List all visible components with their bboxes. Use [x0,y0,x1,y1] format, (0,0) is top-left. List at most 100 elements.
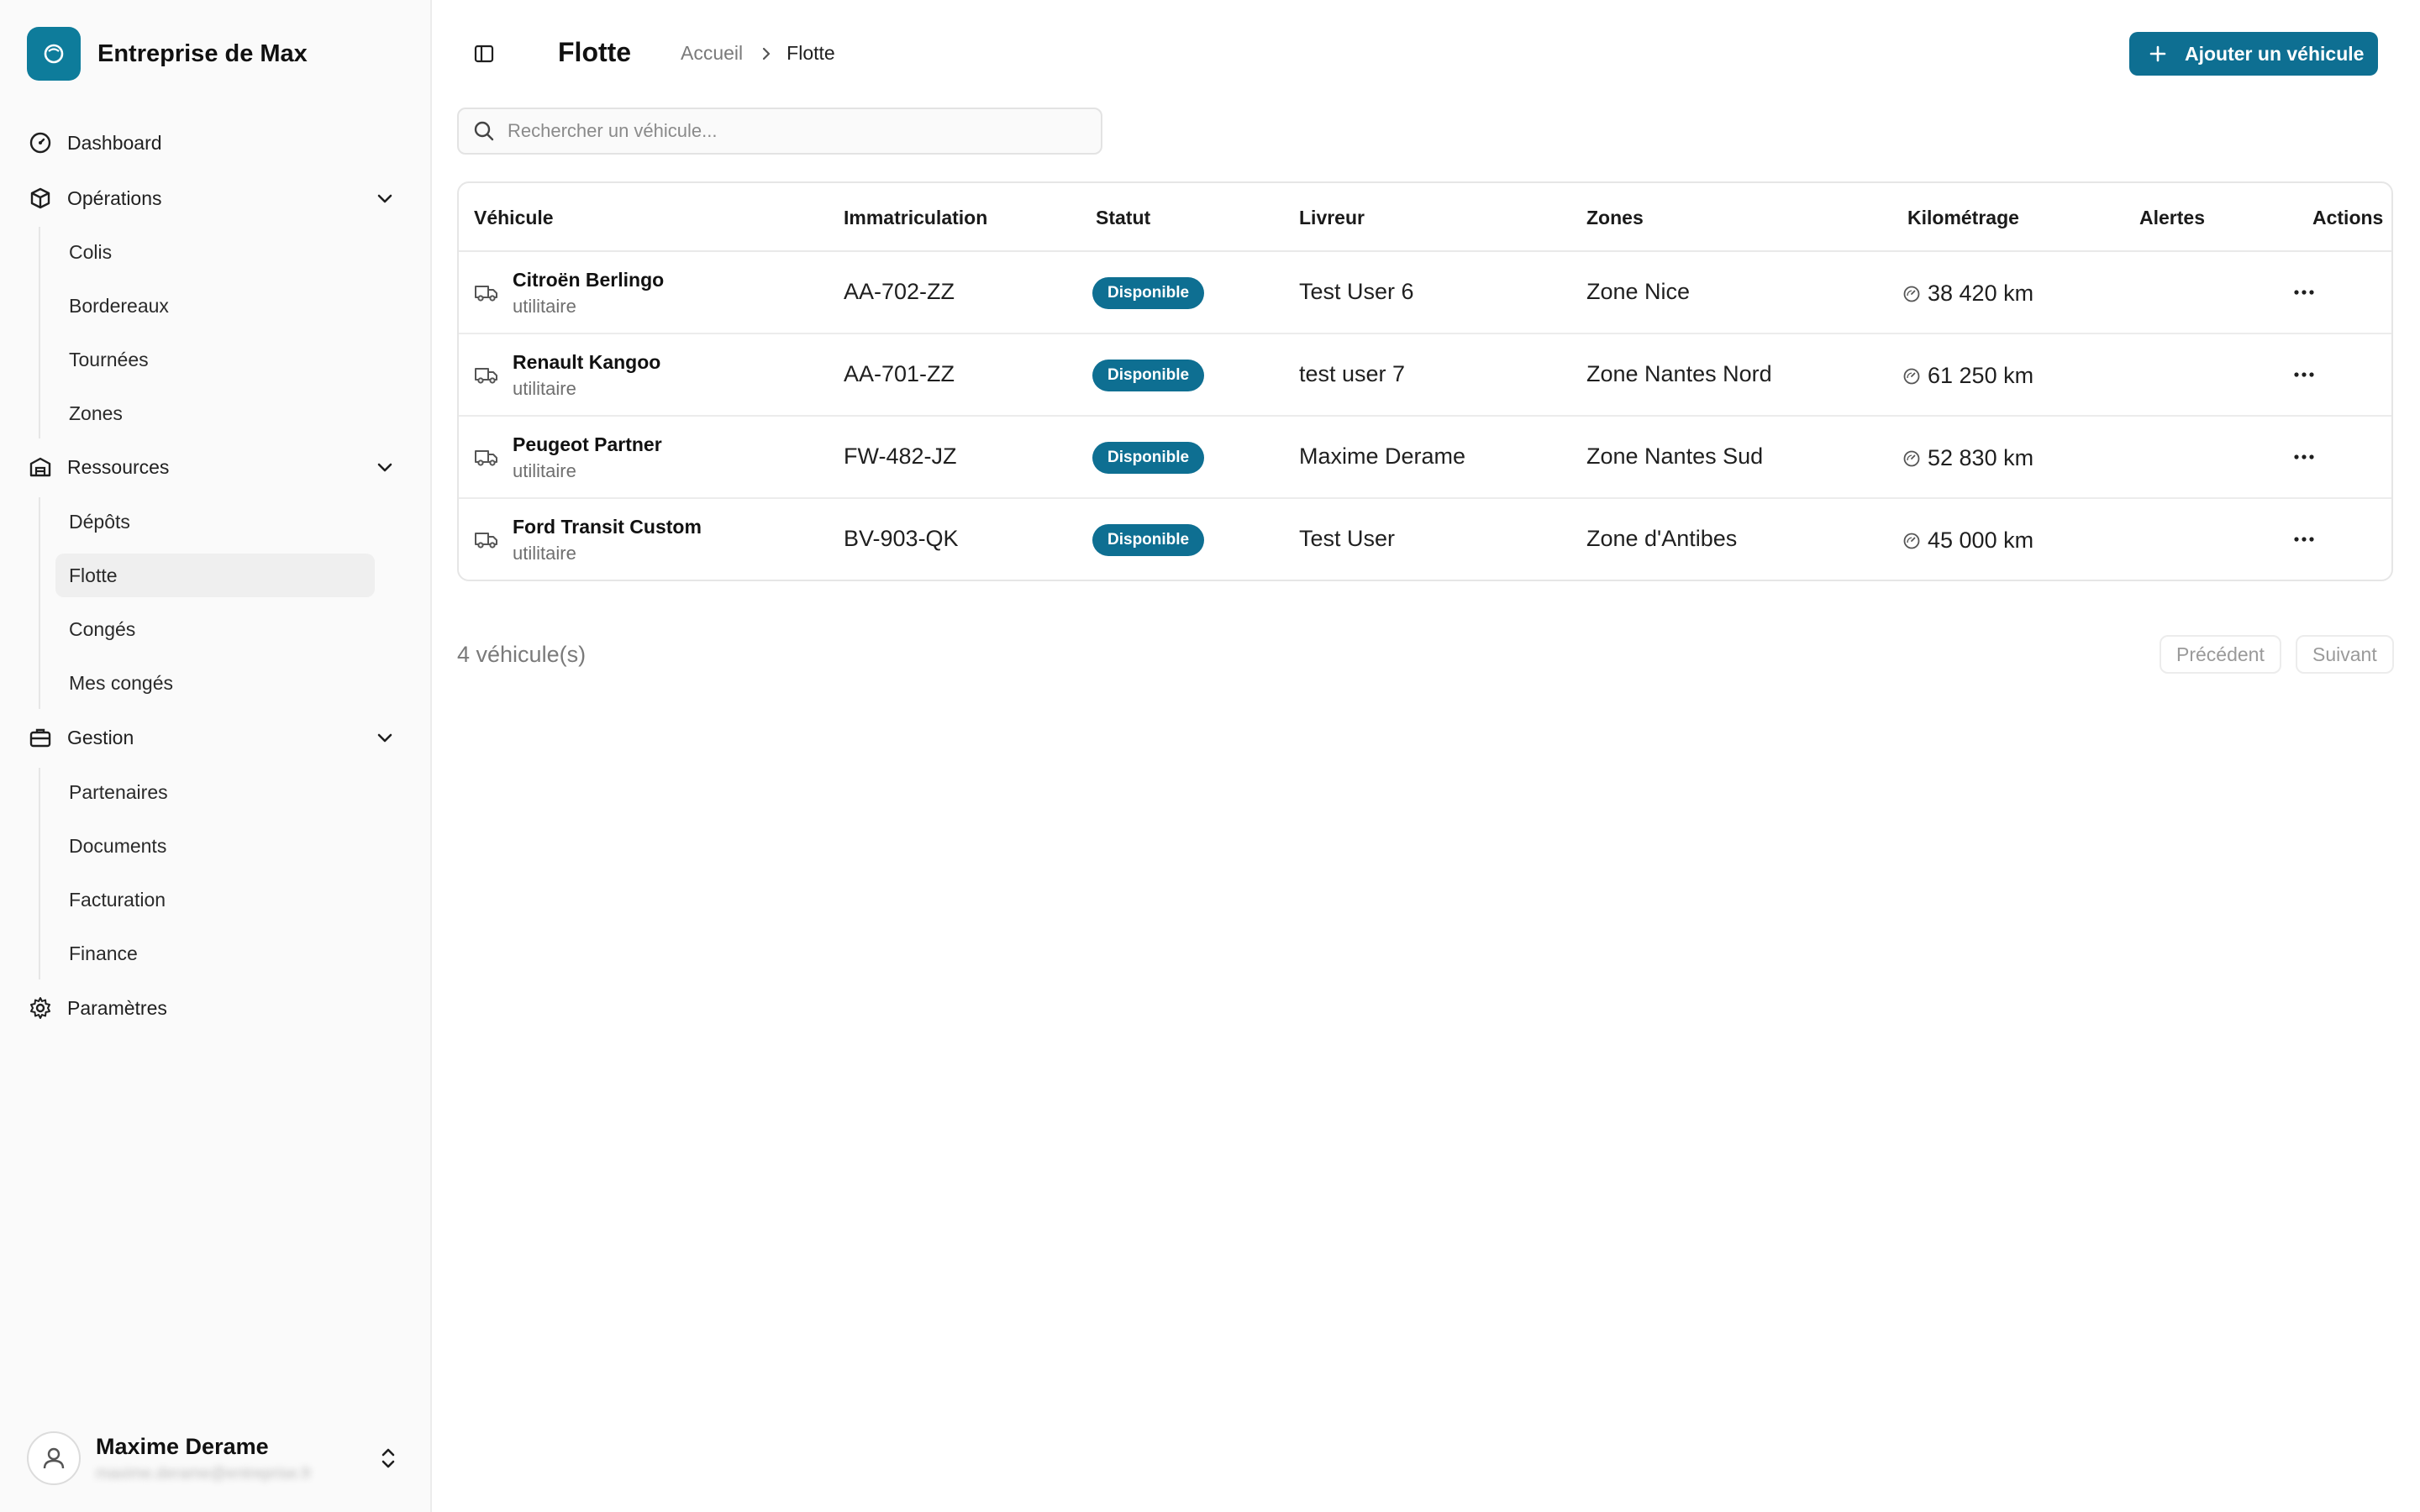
search-bar[interactable] [457,108,1102,155]
add-vehicle-button[interactable]: Ajouter un véhicule [2129,32,2378,76]
vehicle-zone: Zone Nice [1586,279,1691,304]
vehicle-zone: Zone Nantes Nord [1586,361,1772,386]
building-icon [27,454,54,480]
chevron-down-icon[interactable] [373,455,397,479]
vehicle-zone: Zone d'Antibes [1586,526,1738,551]
vehicle-count: 4 véhicule(s) [457,642,587,667]
gauge-icon [1902,449,1921,468]
vehicle-mileage: 52 830 km [1902,445,2033,471]
vehicles-table: Véhicule Immatriculation Statut Livreur … [457,181,2393,581]
vehicle-driver: test user 7 [1299,361,1406,386]
column-header-vehicule: Véhicule [474,207,554,228]
column-header-statut: Statut [1096,207,1151,228]
sidebar-item-depots[interactable]: Dépôts [55,500,375,543]
sidebar-item-tournees[interactable]: Tournées [55,338,375,381]
sidebar-item-documents[interactable]: Documents [55,824,375,868]
gauge-icon [1902,285,1921,303]
vehicle-plate: BV-903-QK [844,526,959,551]
submenu-divider [39,227,40,438]
vehicle-zone: Zone Nantes Sud [1586,444,1764,469]
ellipsis-icon [2294,537,2314,542]
vehicle-name: Peugeot Partner [513,433,662,455]
breadcrumb-home-link[interactable]: Accueil [681,42,743,65]
brand[interactable]: Entreprise de Max [27,27,308,81]
brand-name: Entreprise de Max [97,39,308,67]
column-header-alertes: Alertes [2139,207,2205,228]
search-input[interactable] [508,120,1079,142]
plus-icon [2148,44,2168,64]
nav-parametres-label: Paramètres [67,996,167,1019]
sidebar-item-mes-conges[interactable]: Mes congés [55,661,375,705]
nav-ressources[interactable]: Ressources [27,445,407,489]
vehicle-plate: AA-702-ZZ [844,279,955,304]
nav-dashboard[interactable]: Dashboard [27,121,407,165]
sidebar-item-partenaires[interactable]: Partenaires [55,770,375,814]
briefcase-icon [27,724,54,751]
package-icon [27,185,54,212]
vehicle-type: utilitaire [513,543,576,564]
user-email: maxime.derame@entreprise.fr [96,1464,312,1483]
user-menu[interactable]: Maxime Derame maxime.derame@entreprise.f… [27,1428,407,1488]
more-actions-button[interactable] [2287,442,2321,472]
sidebar-item-facturation[interactable]: Facturation [55,878,375,921]
avatar [27,1431,81,1485]
submenu-divider [39,497,40,709]
sidebar: Entreprise de Max Dashboard Opérations C… [0,0,432,1512]
vehicle-mileage-value: 45 000 km [1928,528,2034,553]
vehicle-mileage: 38 420 km [1902,281,2033,307]
status-badge: Disponible [1092,277,1205,309]
vehicle-mileage: 61 250 km [1902,363,2033,389]
sidebar-item-colis[interactable]: Colis [55,230,375,274]
status-badge: Disponible [1092,524,1205,556]
more-actions-button[interactable] [2287,360,2321,390]
table-row[interactable]: Peugeot Partner utilitaire FW-482-JZ Dis… [459,417,2391,499]
previous-page-button[interactable]: Précédent [2160,635,2281,674]
nav-operations-label: Opérations [67,186,162,209]
nav-gestion[interactable]: Gestion [27,716,407,759]
sidebar-item-flotte[interactable]: Flotte [55,554,375,597]
table-row[interactable]: Citroën Berlingo utilitaire AA-702-ZZ Di… [459,252,2391,334]
chevron-down-icon[interactable] [373,726,397,749]
more-actions-button[interactable] [2287,524,2321,554]
vehicle-mileage-value: 52 830 km [1928,445,2034,470]
brand-logo-icon [27,27,81,81]
chevrons-up-down-icon[interactable] [376,1445,400,1472]
sidebar-item-finance[interactable]: Finance [55,932,375,975]
ellipsis-icon [2294,290,2314,295]
vehicle-mileage: 45 000 km [1902,528,2033,554]
status-badge: Disponible [1092,442,1205,474]
truck-icon [474,282,499,302]
gauge-icon [1902,532,1921,550]
chevron-right-icon [760,45,773,62]
breadcrumb-current: Flotte [786,42,835,64]
sidebar-item-zones[interactable]: Zones [55,391,375,435]
add-vehicle-label: Ajouter un véhicule [2185,42,2365,65]
column-header-kilometrage: Kilométrage [1907,207,2019,228]
table-row[interactable]: Renault Kangoo utilitaire AA-701-ZZ Disp… [459,334,2391,417]
gauge-icon [1902,367,1921,386]
more-actions-button[interactable] [2287,277,2321,307]
vehicle-type: utilitaire [513,296,576,317]
column-header-immatriculation: Immatriculation [844,207,988,228]
vehicle-name: Citroën Berlingo [513,269,665,291]
nav-gestion-label: Gestion [67,726,134,748]
breadcrumb: Accueil Flotte [681,42,835,65]
column-header-livreur: Livreur [1299,207,1365,228]
user-name: Maxime Derame [96,1433,269,1459]
gear-icon [27,995,54,1021]
nav-operations[interactable]: Opérations [27,176,407,220]
status-badge: Disponible [1092,360,1205,391]
truck-icon [474,365,499,385]
chevron-down-icon[interactable] [373,186,397,210]
nav-parametres[interactable]: Paramètres [27,986,407,1030]
vehicle-mileage-value: 61 250 km [1928,363,2034,388]
dashboard-icon [27,129,54,156]
next-page-button[interactable]: Suivant [2296,635,2394,674]
table-row[interactable]: Ford Transit Custom utilitaire BV-903-QK… [459,499,2391,581]
sidebar-item-conges[interactable]: Congés [55,607,375,651]
nav-ressources-label: Ressources [67,455,170,478]
toggle-sidebar-button[interactable] [471,40,497,67]
vehicle-type: utilitaire [513,378,576,399]
vehicle-name: Ford Transit Custom [513,516,702,538]
sidebar-item-bordereaux[interactable]: Bordereaux [55,284,375,328]
